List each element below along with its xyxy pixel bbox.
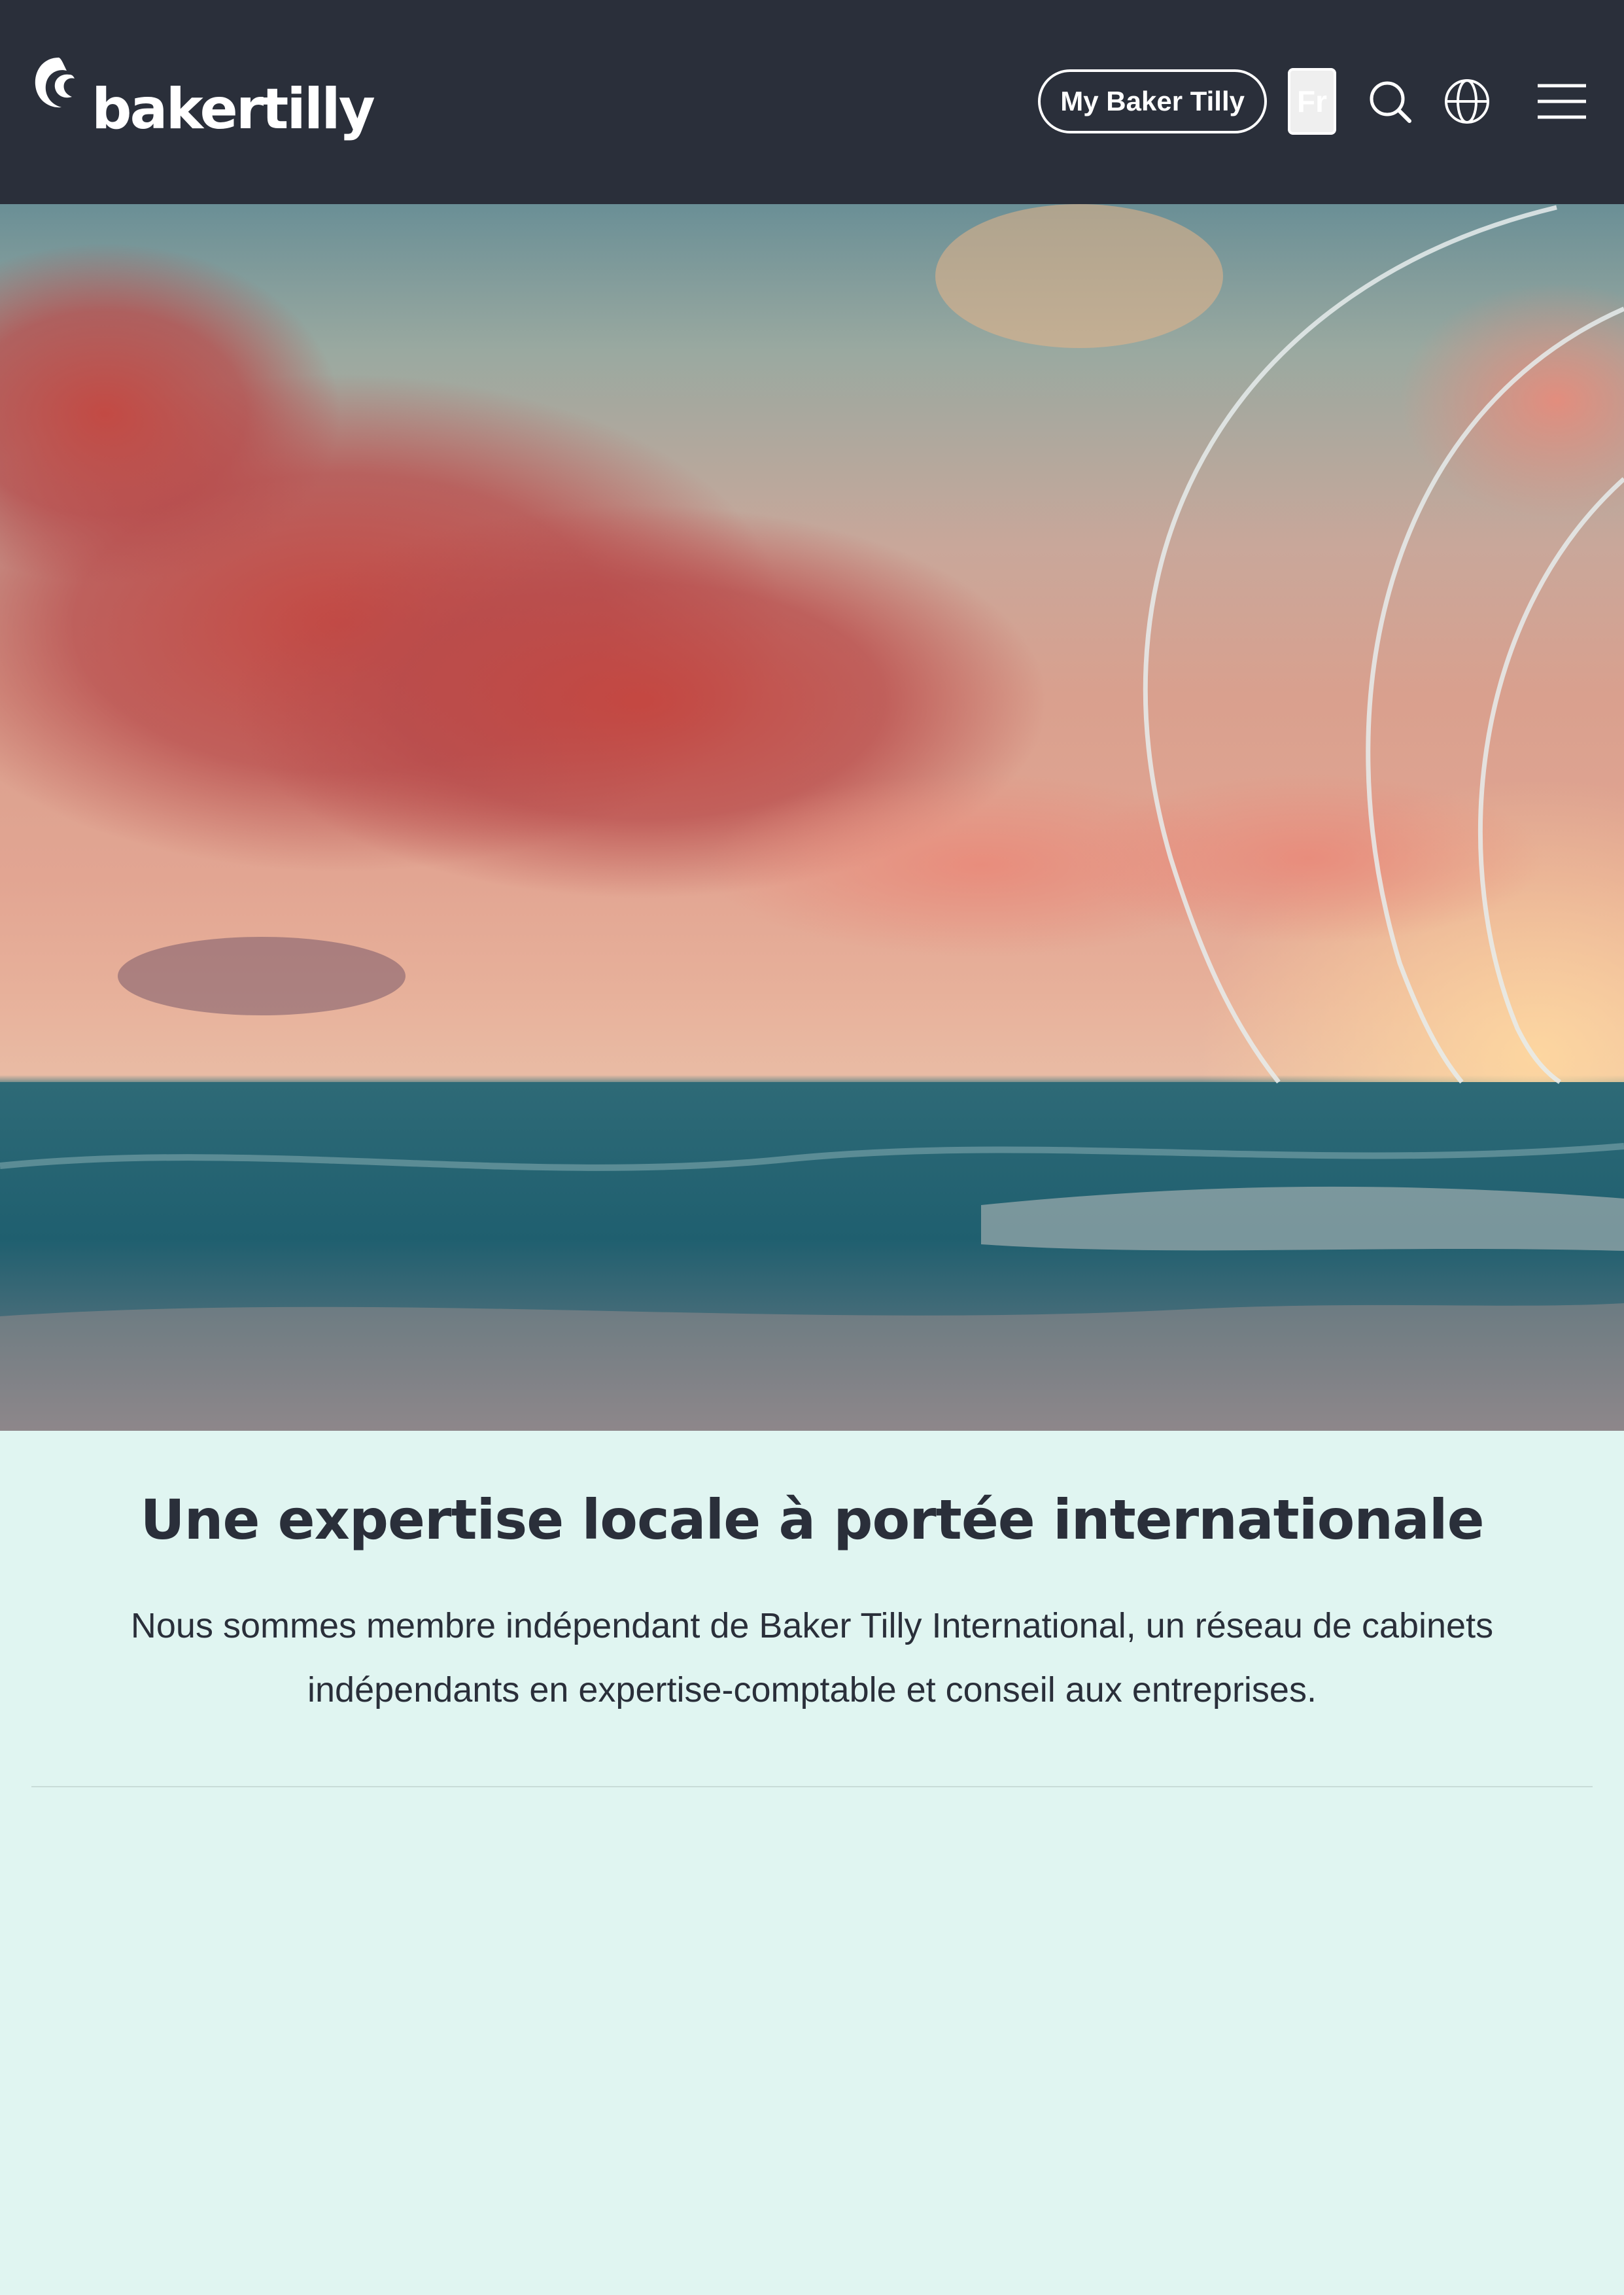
hero-illustration bbox=[0, 204, 1624, 1431]
menu-button[interactable] bbox=[1536, 83, 1587, 120]
logo-wordmark: bakertilly bbox=[92, 77, 375, 142]
hamburger-menu-icon bbox=[1538, 84, 1586, 119]
my-baker-tilly-button[interactable]: My Baker Tilly bbox=[1038, 69, 1267, 133]
globe-icon bbox=[1445, 79, 1489, 124]
language-button[interactable]: Fr bbox=[1288, 68, 1336, 135]
hero-image bbox=[0, 204, 1624, 1431]
intro-text: Nous sommes membre indépendant de Baker … bbox=[130, 1606, 1494, 1709]
search-button[interactable] bbox=[1368, 79, 1412, 124]
search-icon bbox=[1370, 81, 1411, 123]
globe-button[interactable] bbox=[1443, 78, 1491, 125]
intro-title: Une expertise locale à portée internatio… bbox=[140, 1488, 1484, 1552]
section-divider bbox=[31, 1786, 1593, 1787]
bakertilly-logo[interactable]: bakertilly bbox=[31, 48, 375, 142]
site-header: bakertilly My Baker Tilly Fr bbox=[0, 0, 1624, 204]
logo-swirl-icon bbox=[35, 58, 75, 108]
header-actions: My Baker Tilly Fr bbox=[1038, 68, 1587, 135]
